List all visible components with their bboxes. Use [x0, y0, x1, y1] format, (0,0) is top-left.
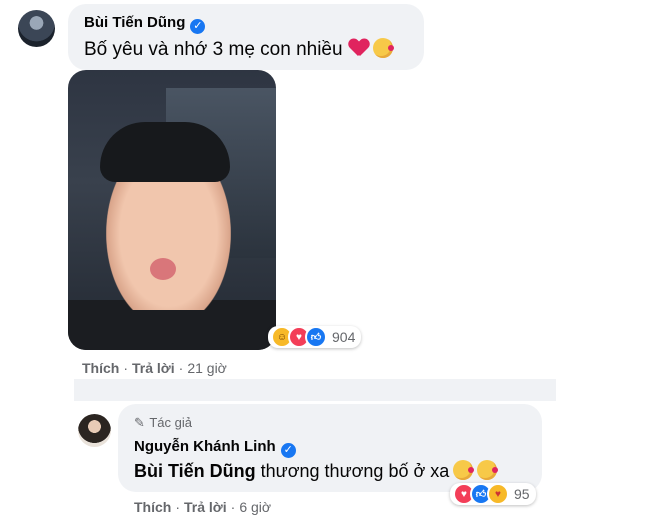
reaction-count: 904 — [332, 329, 356, 345]
comment-photo[interactable] — [68, 70, 276, 350]
author-tag-label: Tác giả — [149, 415, 192, 430]
meta-separator: · — [230, 499, 236, 515]
comment-text: Bố yêu và nhớ 3 mẹ con nhiều — [84, 38, 394, 61]
photo-lips — [150, 258, 176, 280]
reply-timestamp[interactable]: 6 giờ — [239, 499, 271, 515]
reply-author-name[interactable]: Nguyễn Khánh Linh — [134, 438, 276, 455]
verified-badge-icon: ✓ — [280, 443, 296, 458]
reply-button[interactable]: Trả lời — [184, 499, 227, 515]
meta-separator: · — [178, 360, 184, 376]
verified-badge-icon: ✓ — [190, 19, 206, 34]
comment-author-name[interactable]: Bùi Tiến Dũng — [84, 14, 185, 31]
author-tag: ✎ Tác giả — [134, 414, 192, 432]
reply-text-body: thương thương bố ở xa — [255, 461, 450, 481]
comment-reactions[interactable]: ☺ ♥ 👍︎ 904 — [268, 326, 362, 348]
red-heart-emoji — [349, 39, 369, 57]
reply-actions: Thích · Trả lời · 6 giờ — [134, 499, 271, 515]
comment-actions: Thích · Trả lời · 21 giờ — [82, 360, 227, 376]
reaction-count: 95 — [514, 486, 530, 502]
reply-author[interactable]: Nguyễn Khánh Linh ✓ — [134, 438, 296, 458]
comment-timestamp[interactable]: 21 giờ — [187, 360, 227, 376]
reply-mention[interactable]: Bùi Tiến Dũng — [134, 461, 256, 481]
reply-bubble: ✎ Tác giả Nguyễn Khánh Linh ✓ Bùi Tiến Dũ… — [118, 404, 542, 492]
pen-icon: ✎ — [134, 415, 145, 430]
comment-author[interactable]: Bùi Tiến Dũng ✓ — [84, 14, 206, 34]
kiss-emoji — [453, 460, 475, 480]
like-button[interactable]: Thích — [134, 499, 171, 515]
like-reaction-icon: 👍︎ — [305, 326, 327, 348]
comment-bubble: Bùi Tiến Dũng ✓ Bố yêu và nhớ 3 mẹ con nh… — [68, 4, 424, 70]
kiss-emoji — [372, 38, 394, 58]
kiss-emoji — [477, 460, 499, 480]
care-reaction-icon: ♥ — [487, 483, 509, 505]
collapsed-replies-bar — [74, 379, 556, 401]
reply-author-avatar[interactable] — [78, 414, 111, 447]
comment-text-body: Bố yêu và nhớ 3 mẹ con nhiều — [84, 39, 343, 60]
meta-separator: · — [175, 499, 181, 515]
reply-text: Bùi Tiến Dũng thương thương bố ở xa — [134, 460, 499, 482]
photo-hair — [100, 122, 230, 182]
reply-reactions[interactable]: ♥ 👍︎ ♥ 95 — [450, 483, 536, 505]
like-button[interactable]: Thích — [82, 360, 119, 376]
meta-separator: · — [123, 360, 129, 376]
reply-button[interactable]: Trả lời — [132, 360, 175, 376]
comment-author-avatar[interactable] — [18, 10, 55, 47]
